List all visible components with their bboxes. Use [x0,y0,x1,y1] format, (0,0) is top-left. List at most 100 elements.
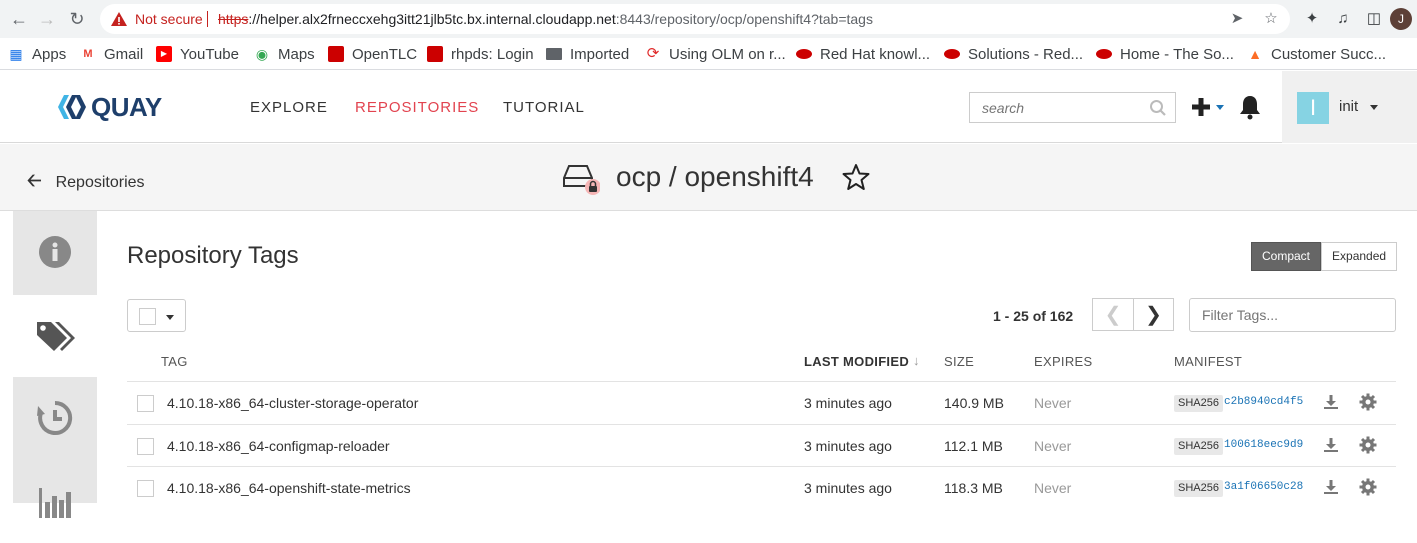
image-size: 118.3 MB [944,480,1003,496]
bookmark-solutions[interactable]: Solutions - Red... [944,45,1083,63]
column-header-expires[interactable]: EXPIRES [1034,354,1092,369]
expires-value[interactable]: Never [1034,438,1071,454]
download-icon[interactable] [1323,479,1339,495]
bookmark-star-icon[interactable]: ☆ [1262,10,1280,28]
bookmarks-bar: ▦ Apps M Gmail ▶ YouTube ◉ Maps OpenTLC rhpd… [0,38,1417,70]
image-size: 112.1 MB [944,438,1003,454]
url-host: ://helper.alx2frneccxehg3itt21jlb5tc.bx.… [248,11,616,27]
back-icon[interactable]: ← [8,8,30,30]
nav-repositories[interactable]: REPOSITORIES [355,99,479,116]
profile-avatar[interactable]: J [1390,8,1412,30]
reload-icon[interactable]: ↻ [66,8,88,30]
pagination: ❮ ❯ [1092,298,1174,331]
user-avatar: I [1297,92,1329,124]
gear-icon[interactable] [1359,436,1377,454]
expires-value[interactable]: Never [1034,480,1071,496]
quay-logo[interactable]: QUAY [57,91,162,123]
column-header-tag[interactable]: TAG [161,354,188,369]
tags-icon [37,322,75,351]
column-header-size[interactable]: SIZE [944,354,974,369]
nav-tutorial[interactable]: TUTORIAL [503,99,585,116]
send-icon[interactable]: ➤ [1228,10,1246,28]
bookmark-label: Customer Succ... [1271,45,1387,63]
url-scheme: https [218,11,249,27]
star-icon[interactable] [842,163,870,191]
url-text[interactable]: https://helper.alx2frneccxehg3itt21jlb5t… [218,11,873,27]
tab-history[interactable] [13,377,97,459]
user-menu[interactable]: I init [1282,71,1417,143]
column-header-manifest[interactable]: MANIFEST [1174,354,1242,369]
history-icon [37,400,73,435]
download-icon[interactable] [1323,394,1339,410]
not-secure-label[interactable]: Not secure [135,11,203,27]
bookmark-label: Imported [570,45,630,63]
manifest-digest-link[interactable]: 100618eec9d9 [1224,439,1303,451]
column-header-last-modified[interactable]: LAST MODIFIED [804,354,909,369]
compact-view-button[interactable]: Compact [1251,242,1322,271]
chevron-down-icon [1216,104,1224,110]
bookmark-apps[interactable]: ▦ Apps [8,45,66,63]
bookmark-maps[interactable]: ◉ Maps [254,45,315,63]
bookmark-label: Using OLM on r... [669,45,786,63]
user-name: init [1339,98,1359,115]
select-all-checkbox[interactable] [139,308,156,325]
expanded-view-button[interactable]: Expanded [1321,242,1398,271]
sha256-badge: SHA256 [1174,395,1223,412]
openshift-favicon: ⟳ [646,45,660,62]
plus-icon [1192,98,1210,116]
search-icon[interactable] [1149,99,1167,117]
forward-icon[interactable]: → [36,8,58,30]
extensions-icon[interactable]: ✦ [1302,9,1322,29]
tag-name[interactable]: 4.10.18-x86_64-configmap-reloader [167,438,390,454]
arrow-left-icon: 🡠 [27,170,42,190]
bookmark-label: YouTube [180,45,239,63]
nav-explore[interactable]: EXPLORE [250,99,328,116]
next-page-button[interactable]: ❯ [1133,298,1174,331]
last-modified: 3 minutes ago [804,438,892,454]
bookmark-label: rhpds: Login [451,45,534,63]
bookmark-imported[interactable]: Imported [546,45,629,63]
youtube-icon: ▶ [156,46,172,62]
bookmark-rhpds[interactable]: rhpds: Login [427,45,534,63]
expires-value[interactable]: Never [1034,395,1071,411]
filter-tags-input[interactable] [1189,298,1396,332]
row-checkbox[interactable] [137,395,154,412]
create-new-button[interactable] [1190,95,1230,119]
pagination-count: 1 - 25 of 162 [993,308,1074,324]
table-row: 4.10.18-x86_64-configmap-reloader 3 minu… [127,424,1396,466]
back-to-repositories-link[interactable]: 🡠 Repositories [27,168,145,198]
bookmark-rh-knowledge[interactable]: Red Hat knowl... [796,45,930,63]
bookmark-opentlc[interactable]: OpenTLC [328,45,417,63]
repo-side-tabs [13,211,97,518]
redhat-favicon [328,46,344,62]
notifications-bell-icon[interactable] [1238,94,1262,120]
tag-name[interactable]: 4.10.18-x86_64-openshift-state-metrics [167,480,411,496]
back-link-label: Repositories [55,174,145,191]
bookmark-label: Solutions - Red... [968,45,1084,63]
search-input[interactable] [970,93,1150,122]
tab-usage-logs[interactable] [13,461,97,543]
download-icon[interactable] [1323,437,1339,453]
tab-information[interactable] [13,211,97,293]
manifest-digest-link[interactable]: 3a1f06650c28 [1224,481,1303,493]
side-panel-icon[interactable]: ◫ [1364,9,1384,29]
repo-title-group: ocp / openshift4 [562,158,870,196]
tab-tags[interactable] [13,295,97,377]
bookmark-customer-success[interactable]: ▲ Customer Succ... [1247,45,1386,63]
tag-name[interactable]: 4.10.18-x86_64-cluster-storage-operator [167,395,418,411]
row-checkbox[interactable] [137,480,154,497]
gear-icon[interactable] [1359,393,1377,411]
bookmark-gmail[interactable]: M Gmail [80,45,143,63]
manifest-digest-link[interactable]: c2b8940cd4f5 [1224,396,1303,408]
sort-descending-icon[interactable]: ↓ [913,353,920,368]
bookmark-home[interactable]: Home - The So... [1096,45,1234,63]
previous-page-button[interactable]: ❮ [1092,298,1133,331]
gear-icon[interactable] [1359,478,1377,496]
media-control-icon[interactable]: ♫ [1333,9,1353,29]
bulk-select-dropdown[interactable] [127,299,186,332]
address-bar[interactable]: Not secure https://helper.alx2frneccxehg… [100,4,1290,34]
maps-pin-icon: ◉ [255,46,269,62]
bookmark-olm[interactable]: ⟳ Using OLM on r... [645,45,786,63]
row-checkbox[interactable] [137,438,154,455]
bookmark-youtube[interactable]: ▶ YouTube [156,45,239,63]
